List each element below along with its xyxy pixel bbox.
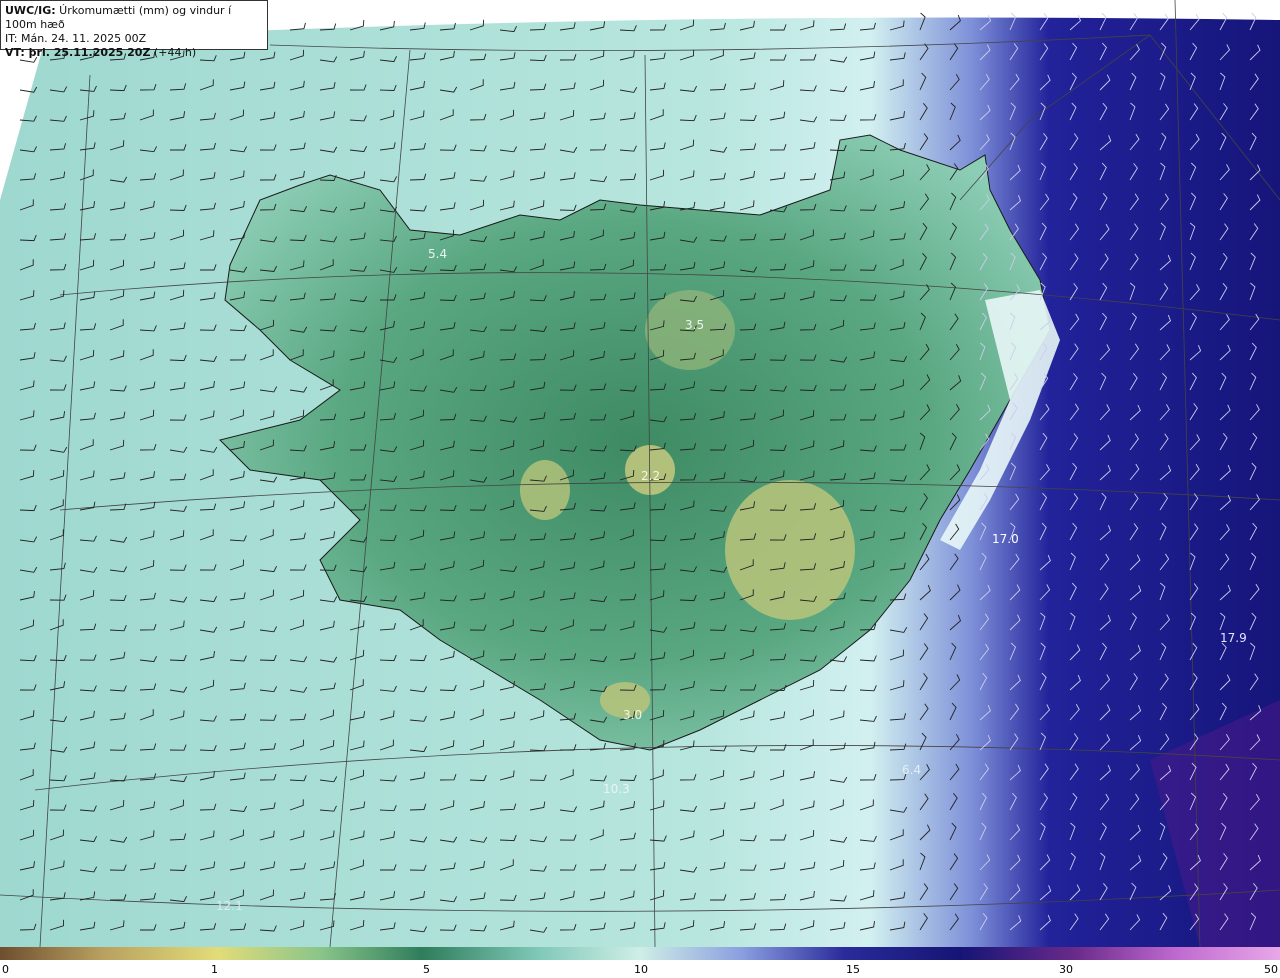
valid-time: VT: þri. 25.11.2025 20Z <box>5 46 151 59</box>
value-label: 10.3 <box>603 782 630 796</box>
initial-time: IT: Mán. 24. 11. 2025 00Z <box>5 32 147 45</box>
colorbar-tick-1: 1 <box>211 963 218 976</box>
value-label: 3.0 <box>623 708 642 722</box>
colorbar-tick-5: 5 <box>423 963 430 976</box>
value-label: 12.1 <box>216 899 243 913</box>
model-name: UWC/IG: <box>5 4 56 17</box>
forecast-hour: (+44 h) <box>150 46 197 59</box>
langjokull <box>520 460 570 520</box>
map-info-box: UWC/IG: Úrkomumætti (mm) og vindur í 100… <box>0 0 268 59</box>
value-label: 17.0 <box>992 532 1019 546</box>
colorbar-tick-10: 10 <box>634 963 648 976</box>
value-label: 5.4 <box>428 247 447 261</box>
colorbar-tick-30: 30 <box>1059 963 1073 976</box>
colorbar-tick-0: 0 <box>2 963 9 976</box>
weather-map: 5.4 3.5 2.2 3.0 17.0 17.9 6.4 10.3 12.1 <box>0 0 1280 947</box>
value-label: 17.9 <box>1220 631 1247 645</box>
colorbar-gradient <box>0 947 1280 960</box>
colorbar-tick-15: 15 <box>846 963 860 976</box>
value-label: 3.5 <box>685 318 704 332</box>
value-label: 6.4 <box>902 763 921 777</box>
value-label: 2.2 <box>641 469 660 483</box>
colorbar-tick-50: 50 <box>1264 963 1278 976</box>
